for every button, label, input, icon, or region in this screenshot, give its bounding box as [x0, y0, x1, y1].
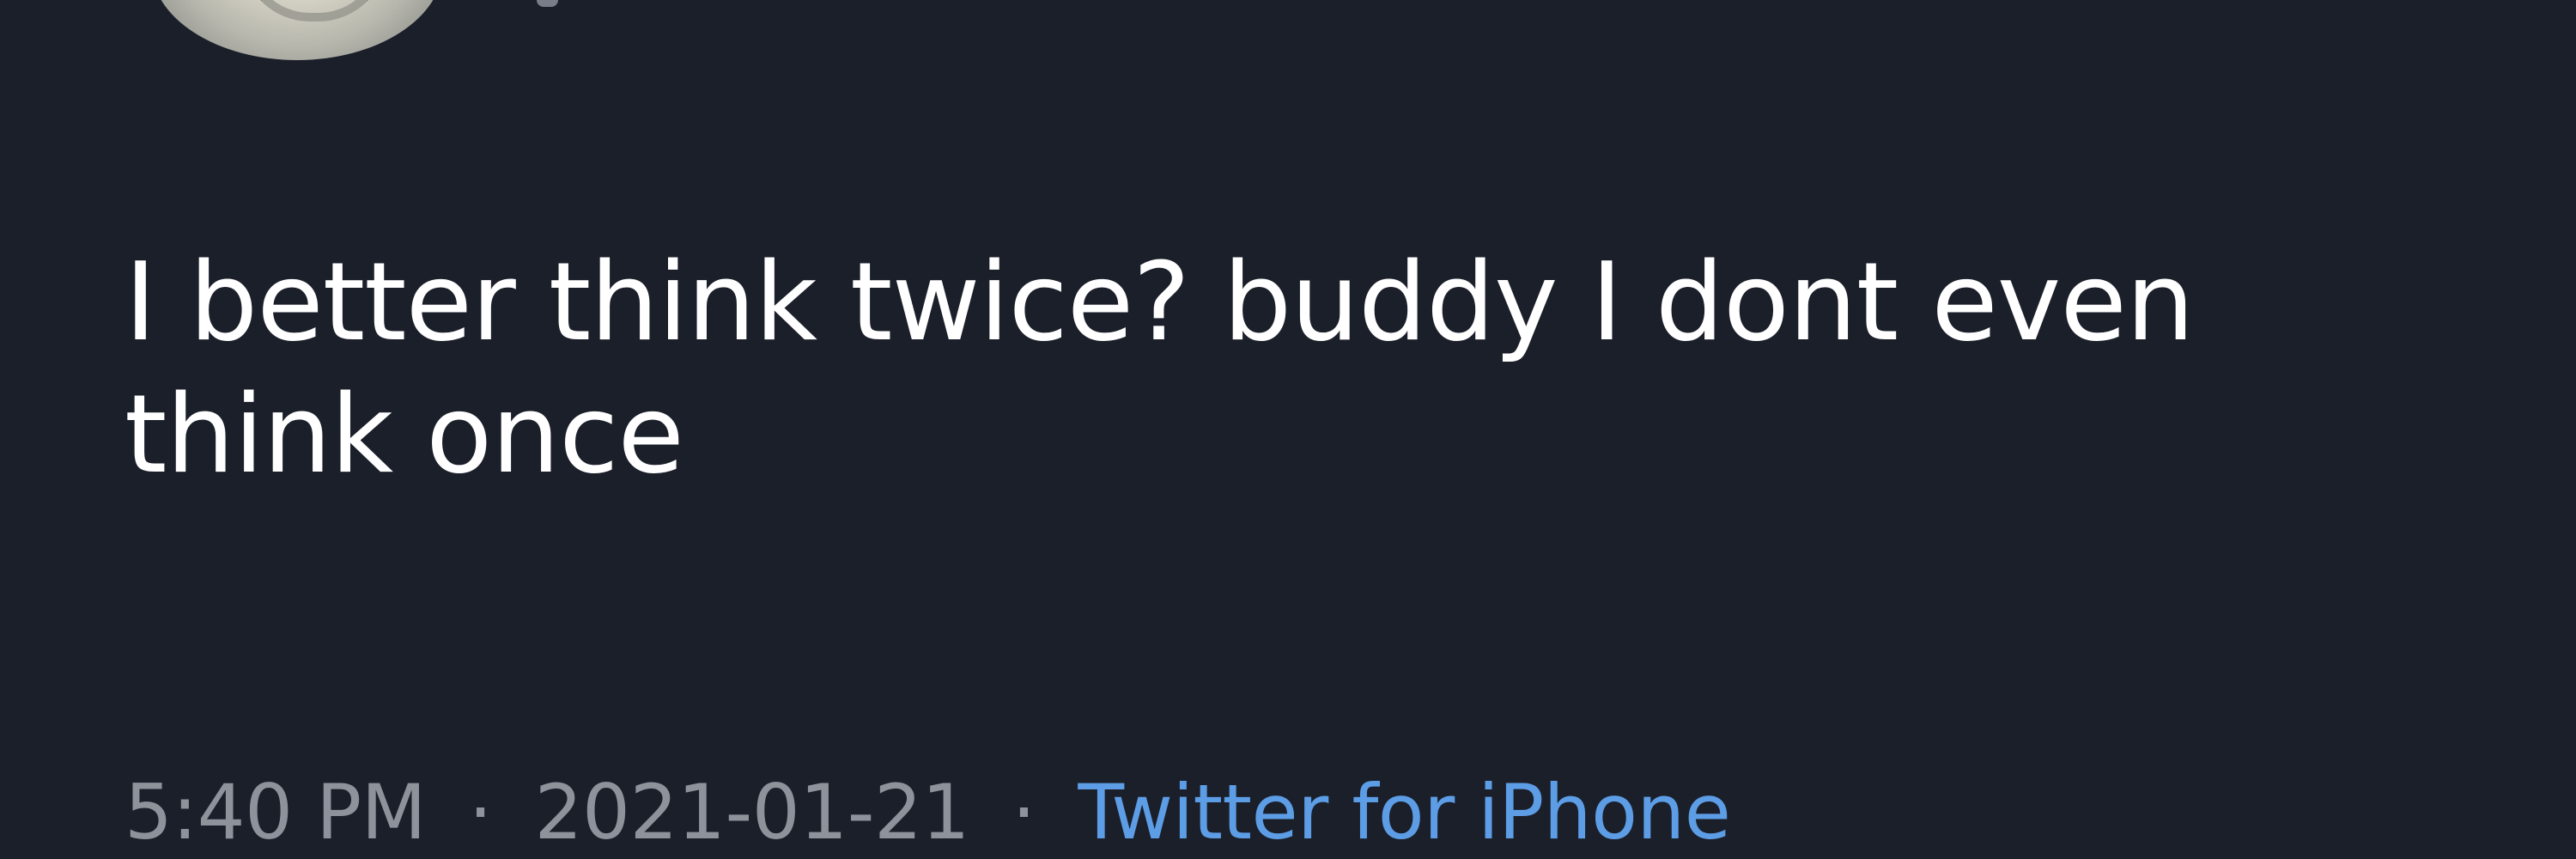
tweet-source-link[interactable]: Twitter for iPhone	[1078, 768, 1730, 856]
metadata-separator: ·	[1012, 768, 1036, 856]
avatar-image-shape	[241, 0, 387, 21]
tweet-text: I better think twice? buddy I dont even …	[125, 239, 2195, 497]
tweet-card: I better think twice? buddy I dont even …	[0, 0, 2576, 859]
tweet-time: 5:40 PM	[125, 768, 427, 856]
profile-avatar[interactable]	[151, 0, 443, 60]
tweet-date: 2021-01-21	[534, 768, 970, 856]
metadata-separator: ·	[468, 768, 493, 856]
tweet-metadata: 5:40 PM · 2021-01-21 · Twitter for iPhon…	[125, 761, 1731, 859]
partial-username-fragment	[537, 0, 558, 7]
